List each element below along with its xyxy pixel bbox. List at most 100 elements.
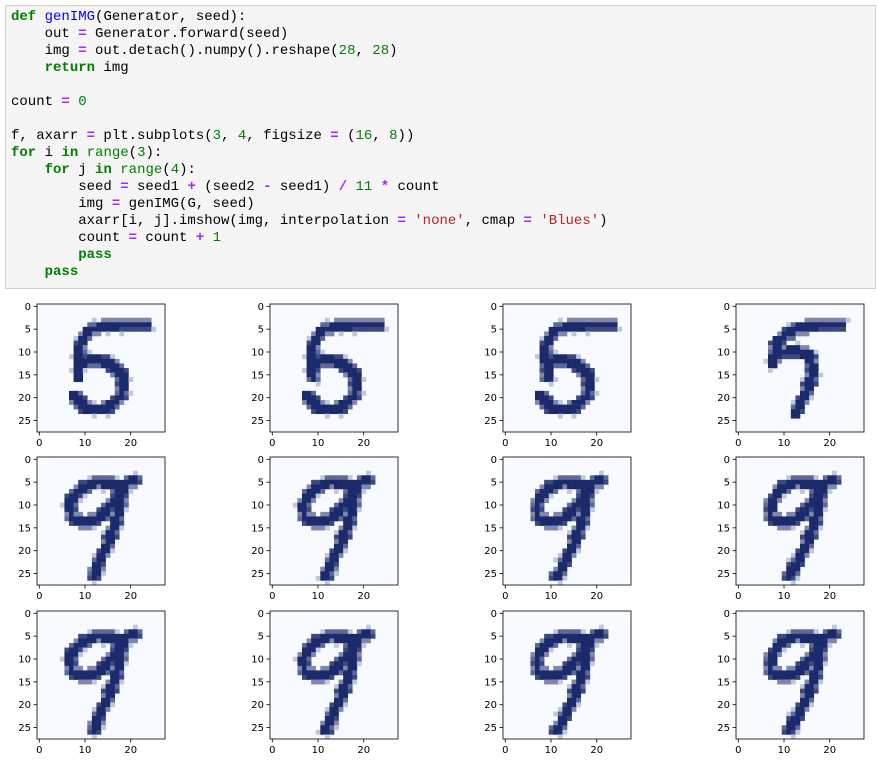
image-pixel (800, 404, 805, 410)
image-pixel (352, 638, 358, 644)
image-pixel (110, 652, 116, 658)
image-pixel (599, 629, 604, 635)
image-pixel (343, 633, 349, 639)
image-pixel (786, 484, 792, 490)
image-pixel (119, 368, 125, 373)
image-pixel (768, 345, 773, 351)
image-pixel (110, 521, 116, 526)
image-pixel (781, 340, 787, 346)
image-pixel (356, 629, 362, 635)
image-pixel (352, 502, 358, 508)
image-pixel (790, 326, 796, 332)
image-pixel (123, 372, 129, 378)
image-pixel (548, 729, 554, 735)
image-pixel (315, 638, 321, 644)
image-pixel (585, 377, 591, 383)
image-pixel (334, 656, 339, 662)
image-pixel (114, 479, 120, 485)
image-pixel (580, 507, 586, 513)
image-pixel (617, 326, 623, 332)
image-pixel (589, 498, 595, 504)
image-pixel (343, 647, 349, 653)
image-pixel (306, 340, 312, 346)
x-tick-label: 0 (36, 591, 42, 602)
image-pixel (772, 489, 778, 494)
image-pixel (370, 633, 376, 639)
image-pixel (105, 633, 111, 639)
image-pixel (786, 331, 792, 337)
image-pixel (553, 475, 559, 481)
image-pixel (302, 390, 307, 396)
image-pixel (311, 340, 317, 346)
image-pixel (571, 511, 577, 517)
image-pixel (585, 331, 591, 337)
image-pixel (82, 643, 88, 648)
image-pixel (562, 675, 568, 680)
image-pixel (114, 390, 120, 396)
image-pixel (580, 521, 586, 526)
image-pixel (128, 489, 134, 494)
image-pixel (585, 521, 591, 526)
image-pixel (809, 643, 815, 648)
y-tick-label: 25 (251, 569, 264, 580)
image-pixel (338, 688, 344, 694)
image-pixel (343, 697, 349, 703)
image-pixel (320, 404, 326, 410)
y-tick-label: 5 (258, 325, 264, 336)
image-pixel (324, 716, 330, 722)
image-pixel (567, 539, 572, 545)
image-pixel (119, 665, 125, 671)
image-pixel (324, 516, 330, 522)
image-pixel (813, 377, 819, 383)
image-pixel (343, 395, 349, 401)
image-pixel (585, 643, 591, 648)
image-pixel (87, 363, 93, 369)
image-pixel (320, 475, 326, 481)
image-pixel (119, 479, 125, 485)
image-pixel (82, 354, 88, 360)
image-pixel (87, 675, 93, 680)
image-pixel (553, 358, 559, 364)
image-pixel (809, 647, 815, 653)
image-pixel (535, 656, 540, 662)
image-pixel (795, 354, 801, 360)
image-pixel (800, 479, 805, 485)
x-tick-label: 20 (590, 591, 603, 602)
image-pixel (334, 643, 339, 648)
image-pixel (87, 629, 93, 635)
image-pixel (137, 475, 143, 481)
image-pixel (576, 489, 582, 494)
image-pixel (343, 363, 349, 369)
image-pixel (589, 326, 595, 332)
image-pixel (352, 652, 358, 658)
image-pixel (790, 679, 796, 685)
y-tick-label: 10 (18, 501, 31, 512)
image-pixel (78, 349, 84, 355)
image-pixel (82, 336, 88, 341)
image-pixel (123, 652, 129, 658)
image-pixel (315, 675, 321, 680)
image-pixel (91, 711, 97, 717)
image-pixel (78, 336, 84, 341)
image-pixel (804, 633, 810, 639)
image-pixel (571, 484, 577, 490)
image-pixel (809, 684, 815, 690)
image-pixel (800, 484, 805, 490)
code-cell[interactable]: def genIMG(Generator, seed): out = Gener… (5, 5, 876, 289)
image-pixel (311, 638, 317, 644)
image-pixel (101, 557, 106, 563)
image-pixel (334, 702, 339, 708)
image-pixel (544, 400, 550, 405)
image-pixel (580, 530, 586, 536)
image-pixel (315, 368, 321, 373)
image-pixel (567, 661, 572, 667)
image-pixel (813, 484, 819, 490)
image-pixel (315, 400, 321, 405)
image-pixel (571, 409, 577, 415)
image-pixel (548, 349, 554, 355)
image-pixel (599, 326, 604, 332)
image-pixel (110, 409, 116, 415)
image-pixel (571, 317, 577, 323)
image-pixel (580, 475, 586, 481)
image-pixel (324, 331, 330, 337)
